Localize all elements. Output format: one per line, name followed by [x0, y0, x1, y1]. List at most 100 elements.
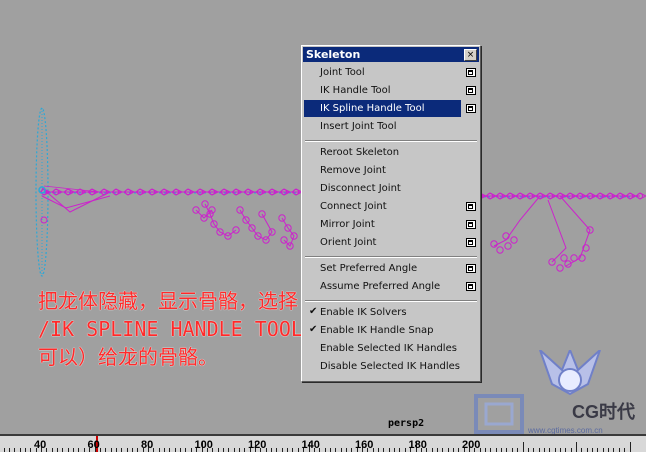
leg-bone: [281, 217, 295, 247]
watermark-text: CG时代: [572, 402, 635, 422]
ruler-label: 80: [141, 439, 154, 451]
ruler-tick: [404, 448, 406, 452]
rear-leg-joint: [560, 254, 568, 262]
close-icon[interactable]: ×: [464, 49, 477, 61]
ruler-tick: [608, 448, 610, 452]
ruler-tick: [131, 448, 133, 452]
ruler-tick: [62, 448, 64, 452]
menu-item-label: Disable Selected IK Handles: [320, 361, 460, 372]
ruler-tick: [276, 448, 278, 452]
ruler-tick: [538, 448, 540, 452]
ruler-tick: [565, 448, 567, 452]
time-slider[interactable]: 40 60 80 100 120 140 160 180 200: [0, 434, 646, 452]
menu-item-enable-ik-handle-snap[interactable]: ✔ Enable IK Handle Snap: [304, 322, 461, 339]
ruler-tick: [121, 448, 123, 452]
ruler-tick: [511, 448, 513, 452]
ruler-tick: [592, 448, 593, 452]
rear-leg-bone: [559, 195, 591, 267]
ruler-tick: [378, 448, 379, 452]
menu-titlebar[interactable]: Skeleton ×: [303, 47, 479, 62]
menu-item-reroot-skeleton[interactable]: Reroot Skeleton: [304, 144, 461, 161]
ruler-label: 40: [34, 439, 47, 451]
ruler-tick: [602, 448, 604, 452]
ruler-tick: [522, 442, 524, 452]
option-box-icon[interactable]: [466, 68, 476, 77]
rear-leg-joint: [490, 240, 498, 248]
menu-item-enable-selected-ik-handles[interactable]: Enable Selected IK Handles: [304, 340, 461, 357]
ruler-tick: [158, 448, 160, 452]
skeleton-menu: Skeleton × Joint Tool IK Handle Tool IK Sp…: [301, 45, 481, 382]
ruler-tick: [624, 448, 626, 452]
menu-separator: [305, 140, 477, 142]
option-box-icon[interactable]: [466, 220, 476, 229]
menu-item-label: Mirror Joint: [320, 219, 375, 230]
menu-item-remove-joint[interactable]: Remove Joint: [304, 162, 461, 179]
menu-item-set-preferred-angle[interactable]: Set Preferred Angle: [304, 260, 461, 277]
ruler-tick: [394, 448, 396, 452]
option-box-icon[interactable]: [466, 202, 476, 211]
menu-item-label: Joint Tool: [320, 67, 365, 78]
ruler-tick: [164, 448, 165, 452]
rear-leg-joint: [570, 254, 578, 262]
ruler-tick: [618, 448, 620, 452]
ruler-tick: [399, 448, 401, 452]
option-box-icon[interactable]: [466, 86, 476, 95]
ruler-tick: [576, 442, 577, 452]
ruler-tick: [115, 448, 117, 452]
option-box-icon[interactable]: [466, 238, 476, 247]
ruler-tick: [105, 448, 107, 452]
menu-separator: [305, 256, 477, 258]
ruler-tick: [586, 448, 588, 452]
ruler-tick: [169, 448, 171, 452]
ruler-tick: [24, 448, 26, 452]
ruler-tick: [174, 448, 176, 452]
menu-item-disconnect-joint[interactable]: Disconnect Joint: [304, 180, 461, 197]
ruler-tick: [495, 448, 497, 452]
ruler-tick: [340, 448, 342, 452]
ruler-tick: [190, 448, 192, 452]
ruler-tick: [8, 448, 10, 452]
ruler-tick: [46, 448, 48, 452]
ruler-tick: [287, 448, 289, 452]
rear-leg-joint: [510, 236, 518, 244]
ruler-tick: [517, 448, 519, 452]
ruler-tick: [613, 448, 615, 452]
ruler-tick: [458, 448, 460, 452]
option-box-icon[interactable]: [466, 282, 476, 291]
option-box-icon[interactable]: [466, 104, 476, 113]
menu-item-assume-preferred-angle[interactable]: Assume Preferred Angle: [304, 278, 461, 295]
menu-item-enable-ik-solvers[interactable]: ✔ Enable IK Solvers: [304, 304, 461, 321]
ruler-tick: [271, 448, 272, 452]
menu-item-orient-joint[interactable]: Orient Joint: [304, 234, 461, 251]
menu-item-joint-tool[interactable]: Joint Tool: [304, 64, 461, 81]
ruler-tick: [345, 448, 347, 452]
menu-item-ik-spline-handle-tool[interactable]: IK Spline Handle Tool: [304, 100, 461, 117]
menu-item-label: Reroot Skeleton: [320, 147, 400, 158]
ruler-tick: [436, 448, 438, 452]
menu-item-label: IK Handle Tool: [320, 85, 391, 96]
ruler-tick: [30, 448, 32, 452]
ruler-tick: [431, 448, 433, 452]
ruler-tick: [570, 448, 572, 452]
menu-item-insert-joint-tool[interactable]: Insert Joint Tool: [304, 118, 461, 135]
jaw-bone: [41, 195, 111, 209]
menu-item-mirror-joint[interactable]: Mirror Joint: [304, 216, 461, 233]
ruler-tick: [180, 448, 182, 452]
menu-item-ik-handle-tool[interactable]: IK Handle Tool: [304, 82, 461, 99]
ruler-tick: [388, 448, 390, 452]
ruler-tick: [67, 448, 69, 452]
menu-item-disable-selected-ik-handles[interactable]: Disable Selected IK Handles: [304, 358, 461, 375]
ruler-tick: [485, 448, 486, 452]
ruler-tick: [559, 448, 561, 452]
menu-item-connect-joint[interactable]: Connect Joint: [304, 198, 461, 215]
menu-item-label: Insert Joint Tool: [320, 121, 397, 132]
ruler-label: 160: [355, 439, 374, 451]
ruler-tick: [351, 448, 353, 452]
ruler-tick: [597, 448, 599, 452]
option-box-icon[interactable]: [466, 264, 476, 273]
ruler-label: 120: [248, 439, 267, 451]
ruler-tick: [110, 448, 112, 452]
ruler-tick: [222, 448, 224, 452]
ruler-tick: [137, 448, 139, 452]
ruler-tick: [543, 448, 545, 452]
